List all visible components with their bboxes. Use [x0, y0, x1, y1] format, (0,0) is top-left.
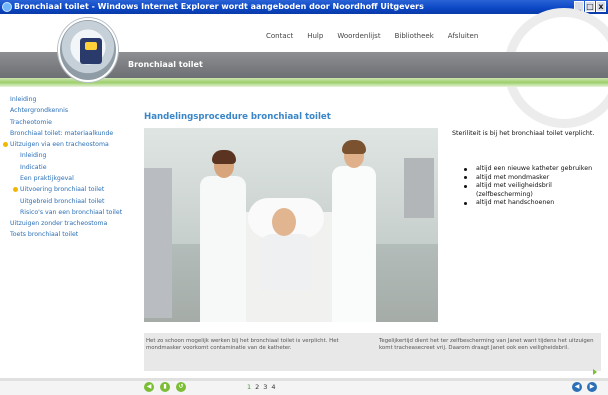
browser-window: Bronchiaal toilet - Windows Internet Exp… — [0, 0, 608, 395]
page-link-4[interactable]: 4 — [271, 383, 275, 391]
bullet-icon — [464, 176, 467, 180]
requirements-list: altijd een nieuwe katheter gebruiken alt… — [460, 165, 600, 208]
nav-help-link[interactable]: Hulp — [307, 32, 323, 40]
sidebar-item[interactable]: Inleiding — [10, 152, 128, 160]
sidebar-item-label: Uitzuigen zonder tracheostoma — [10, 220, 108, 228]
caption-bar: Het zo schoon mogelijk werken bij het br… — [144, 333, 601, 371]
page-numbers: 1 2 3 4 — [247, 383, 276, 391]
next-arrow-icon — [593, 369, 597, 375]
sidebar-navigation: Inleiding Achtergrondkennis Tracheotomie Br… — [3, 96, 128, 243]
sidebar-item[interactable]: Bronchiaal toilet: materiaalkunde — [10, 130, 128, 138]
window-title: Bronchiaal toilet - Windows Internet Exp… — [14, 2, 424, 11]
sidebar-item[interactable]: Uitvoering bronchiaal toilet — [10, 186, 128, 194]
sidebar-item-label: Uitvoering bronchiaal toilet — [20, 186, 105, 194]
sidebar-item-label: Inleiding — [20, 152, 47, 160]
sidebar-item-label: Toets bronchiaal toilet — [10, 231, 79, 239]
replay-button[interactable]: ↺ — [176, 382, 186, 392]
footer-navigation: ◀ ▮ ↺ 1 2 3 4 ◀ ▶ — [0, 378, 608, 395]
suction-device-icon — [80, 38, 102, 64]
content-heading: Handelingsprocedure bronchiaal toilet — [144, 112, 331, 122]
sidebar-item[interactable]: Uitzuigen zonder tracheostoma — [10, 220, 128, 228]
sidebar-item-label: Uitzuigen via een tracheostoma — [10, 141, 109, 149]
sidebar-item-label: Een praktijkgeval — [20, 174, 74, 182]
list-item: altijd een nieuwe katheter gebruiken — [460, 165, 600, 173]
caption-right: Tegelijkertijd dient het ter zelfbescher… — [379, 338, 594, 351]
sidebar-item-label: Risico's van een bronchiaal toilet — [20, 208, 123, 216]
back-button[interactable]: ◀ — [144, 382, 154, 392]
sidebar-item-label: Achtergrondkennis — [10, 107, 69, 115]
close-button[interactable]: x — [596, 1, 606, 12]
active-bullet-icon — [13, 187, 18, 193]
previous-page-button[interactable]: ◀ — [572, 382, 582, 392]
sidebar-item[interactable]: Inleiding — [10, 96, 128, 104]
list-item: altijd met mondmasker — [460, 174, 600, 182]
sidebar-item[interactable]: Een praktijkgeval — [10, 175, 128, 183]
title-bar: Bronchiaal toilet - Windows Internet Exp… — [0, 0, 608, 14]
bullet-icon — [464, 201, 467, 205]
page-link-2[interactable]: 2 — [255, 383, 259, 391]
nav-glossary-link[interactable]: Woordenlijst — [337, 32, 380, 40]
procedure-photo — [144, 128, 438, 322]
page-link-3[interactable]: 3 — [263, 383, 267, 391]
sidebar-item[interactable]: Tracheotomie — [10, 119, 128, 127]
sidebar-item-label: Inleiding — [10, 96, 37, 103]
sidebar-item-label: Uitgebreid bronchiaal toilet — [20, 197, 105, 205]
course-logo — [58, 18, 118, 82]
bullet-icon — [464, 167, 467, 171]
active-bullet-icon — [3, 142, 8, 148]
nav-library-link[interactable]: Bibliotheek — [395, 32, 434, 40]
sidebar-item-label: Bronchiaal toilet: materiaalkunde — [10, 129, 114, 137]
list-item: altijd met veiligheidsbril (zelfbescherm… — [460, 182, 600, 198]
sidebar-item[interactable]: Achtergrondkennis — [10, 107, 128, 115]
pause-button[interactable]: ▮ — [160, 382, 170, 392]
sidebar-item[interactable]: Toets bronchiaal toilet — [10, 231, 128, 239]
internet-explorer-icon — [2, 2, 12, 12]
list-item: altijd met handschoenen — [460, 199, 600, 207]
sidebar-item[interactable]: Uitgebreid bronchiaal toilet — [10, 198, 128, 206]
sidebar-item-label: Indicatie — [20, 163, 47, 171]
nav-exit-link[interactable]: Afsluiten — [448, 32, 478, 40]
sidebar-item[interactable]: Uitzuigen via een tracheostoma — [3, 141, 128, 149]
next-page-button[interactable]: ▶ — [587, 382, 597, 392]
intro-text: Steriliteit is bij het bronchiaal toilet… — [452, 130, 595, 137]
bullet-icon — [464, 185, 467, 188]
page-link-1[interactable]: 1 — [247, 383, 251, 391]
sidebar-item-label: Tracheotomie — [10, 118, 52, 126]
sidebar-item[interactable]: Indicatie — [10, 164, 128, 172]
sidebar-item[interactable]: Risico's van een bronchiaal toilet — [10, 209, 128, 217]
maximize-button[interactable]: □ — [585, 1, 595, 12]
caption-left: Het zo schoon mogelijk werken bij het br… — [146, 338, 339, 351]
nav-contact-link[interactable]: Contact — [266, 32, 293, 40]
page-title: Bronchiaal toilet — [128, 60, 203, 69]
